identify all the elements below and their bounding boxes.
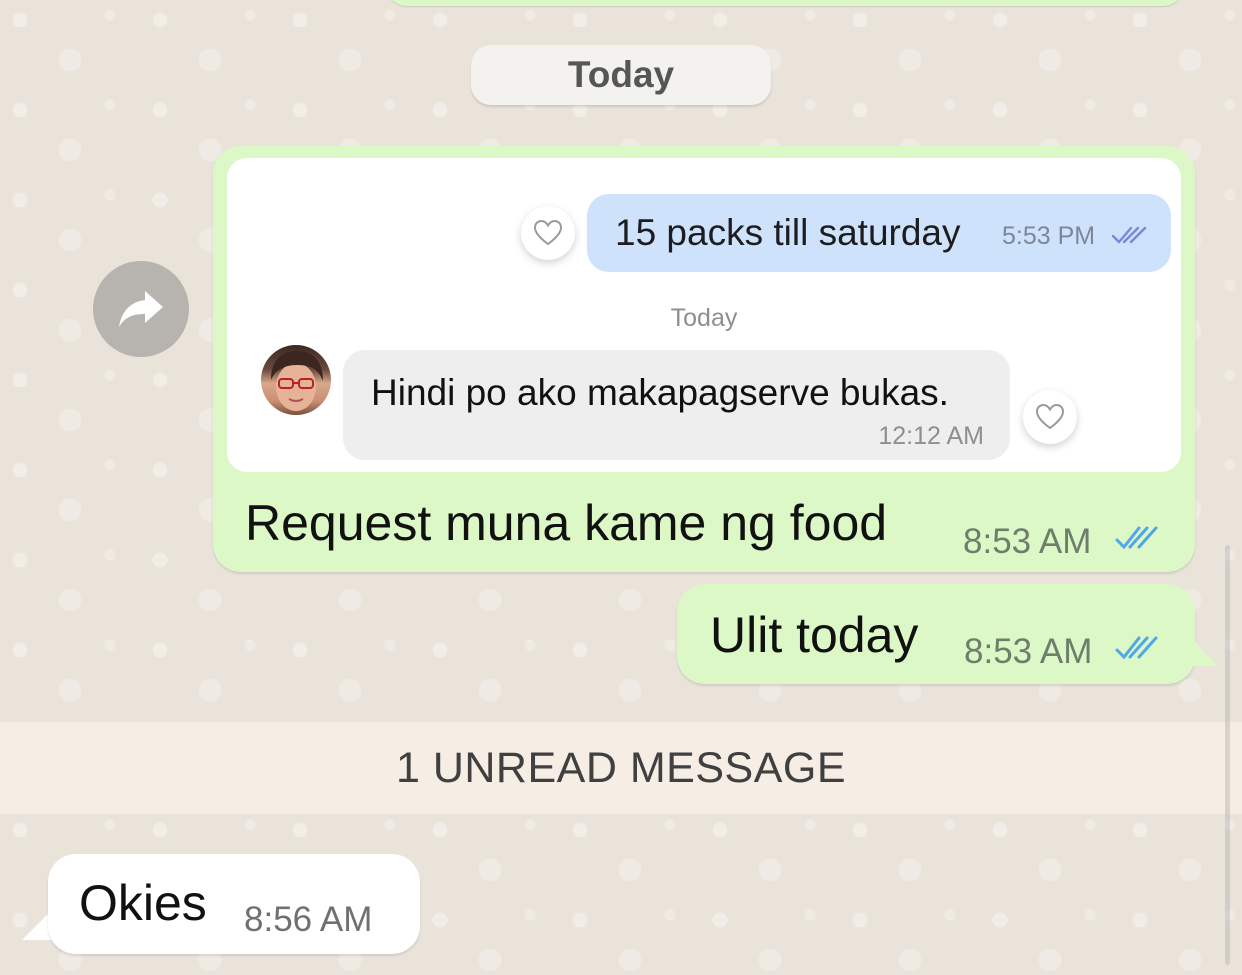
screenshot-outgoing-text: 15 packs till saturday xyxy=(615,212,961,253)
message-text: Request muna kame ng food xyxy=(245,495,888,551)
double-check-icon xyxy=(1115,636,1158,660)
message-text: Ulit today xyxy=(710,607,919,663)
like-button[interactable] xyxy=(521,206,575,260)
screenshot-outgoing-time: 5:53 PM xyxy=(1002,222,1096,250)
screenshot-incoming-text: Hindi po ako makapagserve bukas. xyxy=(371,372,949,413)
double-check-icon xyxy=(1111,226,1147,244)
incoming-message-bubble[interactable]: Okies 8:56 AM xyxy=(48,854,420,954)
screenshot-incoming-time: 12:12 AM xyxy=(878,422,984,450)
message-time: 8:56 AM xyxy=(244,900,373,939)
message-time: 8:53 AM xyxy=(964,632,1093,671)
date-separator: Today xyxy=(471,45,771,105)
message-text: Okies xyxy=(79,875,207,931)
avatar xyxy=(261,345,331,415)
screenshot-outgoing-bubble: 15 packs till saturday 5:53 PM xyxy=(587,194,1171,272)
forwarded-screenshot-message[interactable]: 15 packs till saturday 5:53 PM Today Hin… xyxy=(213,146,1195,572)
previous-message-bubble-edge[interactable] xyxy=(385,0,1185,6)
message-time: 8:53 AM xyxy=(963,522,1092,561)
forward-arrow-icon xyxy=(119,291,163,327)
unread-messages-banner: 1 UNREAD MESSAGE xyxy=(0,722,1242,814)
like-button[interactable] xyxy=(1023,390,1077,444)
heart-outline-icon xyxy=(533,219,563,246)
double-check-icon xyxy=(1115,526,1158,550)
bubble-tail xyxy=(1190,636,1218,666)
outgoing-message-bubble[interactable]: Ulit today 8:53 AM xyxy=(677,584,1195,684)
screenshot-incoming-bubble: Hindi po ako makapagserve bukas. 12:12 A… xyxy=(343,350,1010,460)
screenshot-image[interactable]: 15 packs till saturday 5:53 PM Today Hin… xyxy=(227,158,1181,472)
scrollbar[interactable] xyxy=(1225,545,1230,965)
heart-outline-icon xyxy=(1035,403,1065,430)
screenshot-date-label: Today xyxy=(670,304,738,332)
forward-button[interactable] xyxy=(93,261,189,357)
